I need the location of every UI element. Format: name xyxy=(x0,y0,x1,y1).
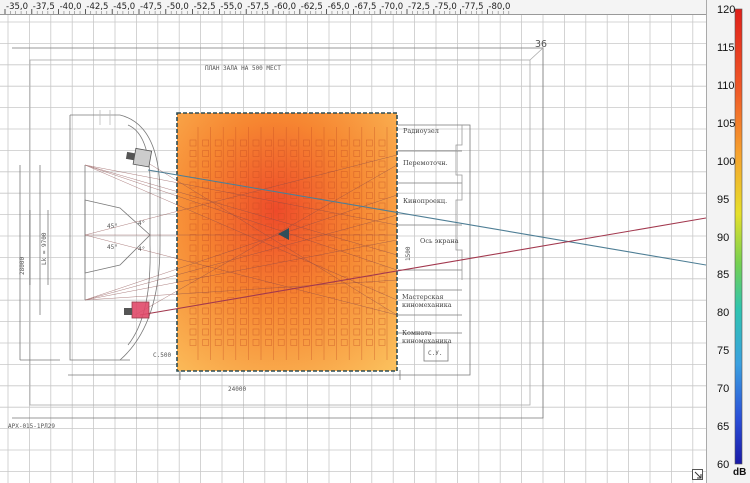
scale-label: 80 xyxy=(717,307,730,320)
scale-label: 115 xyxy=(717,41,735,54)
dim-vertical: Lk = 9700 xyxy=(41,232,48,265)
footer-code: АРХ-015-1РЛ29 xyxy=(8,423,55,430)
angle-left-2: 45° xyxy=(107,244,118,251)
ruler-tick-label: -60,0 xyxy=(274,2,296,12)
scale-label: 90 xyxy=(717,231,730,244)
label-c500: С.500 xyxy=(153,352,171,359)
scale-unit: dB xyxy=(733,467,747,478)
scale-label: 95 xyxy=(717,193,730,206)
ruler-tick-label: -65,0 xyxy=(328,2,350,12)
ruler-tick-label: -45,0 xyxy=(113,2,135,12)
ruler-tick-label: -77,5 xyxy=(462,2,484,12)
ruler-tick-label: -62,5 xyxy=(301,2,323,12)
loudspeaker-icon[interactable] xyxy=(124,301,150,319)
angle-left-1: 45° xyxy=(107,223,118,230)
db-color-scale: 120 115 110 105 100 95 90 85 80 75 70 65 60 dB xyxy=(706,0,750,483)
room-radio: Радиоузел xyxy=(403,127,439,135)
label-1500: 1500 xyxy=(405,246,412,261)
loudspeaker-icon[interactable] xyxy=(125,147,153,168)
plan-title: ПЛАН ЗАЛА НА 500 МЕСТ xyxy=(205,65,281,72)
ruler-tick-label: -40,0 xyxy=(60,2,82,12)
dim-height: 28000 xyxy=(19,257,26,275)
scale-label: 110 xyxy=(717,79,735,92)
plan-svg: ПЛАН ЗАЛА НА 500 МЕСТ 36 24000 28000 Lk … xyxy=(0,15,706,483)
label-cs: С.У. xyxy=(428,350,442,357)
scale-label: 60 xyxy=(717,459,730,471)
scale-label: 65 xyxy=(717,421,730,434)
scale-label: 100 xyxy=(717,155,736,168)
ruler-tick-label: -70,0 xyxy=(381,2,403,12)
angle-right-1: 4° xyxy=(138,220,145,227)
plan-canvas[interactable]: ПЛАН ЗАЛА НА 500 МЕСТ 36 24000 28000 Lk … xyxy=(0,15,706,483)
ruler-tick-label: -47,5 xyxy=(140,2,162,12)
page-number: 36 xyxy=(535,39,547,50)
horizontal-ruler[interactable]: -35,0 -37,5 -40,0 -42,5 -45,0 -47,5 -50,0 -52,5… xyxy=(0,0,706,15)
ruler-tick-label: -72,5 xyxy=(408,2,430,12)
ruler-ticks: -35,0 -37,5 -40,0 -42,5 -45,0 -47,5 -50,0 -52,5… xyxy=(4,2,510,14)
scale-label: 120 xyxy=(717,4,736,16)
dim-width: 24000 xyxy=(228,386,246,393)
resize-corner-icon[interactable] xyxy=(692,469,703,480)
ruler-tick-label: -50,0 xyxy=(167,2,189,12)
ruler-tick-label: -67,5 xyxy=(354,2,376,12)
ruler-tick-label: -57,5 xyxy=(247,2,269,12)
ruler-tick-label: -75,0 xyxy=(435,2,457,12)
room-projection: Кинопроекц. xyxy=(403,197,447,205)
scale-label: 70 xyxy=(717,383,730,396)
sound-pressure-heatmap[interactable] xyxy=(177,113,397,371)
ruler-tick-label: -55,0 xyxy=(220,2,242,12)
ruler-tick-label: -35,0 xyxy=(6,2,28,12)
scale-label: 75 xyxy=(717,345,730,358)
angle-right-2: 4° xyxy=(138,246,145,253)
ruler-tick-label: -37,5 xyxy=(33,2,55,12)
scale-label: 85 xyxy=(717,269,730,282)
ruler-tick-label: -42,5 xyxy=(86,2,108,12)
room-rewind: Перемоточн. xyxy=(403,159,448,167)
room-screen-axis: Ось экрана xyxy=(420,237,459,245)
ruler-tick-label: -52,5 xyxy=(194,2,216,12)
scale-label: 105 xyxy=(717,117,736,130)
room-operator: Комната киномеханика xyxy=(402,329,452,345)
room-workshop: Мастерская киномеханика xyxy=(402,293,452,309)
ruler-tick-label: -80,0 xyxy=(488,2,510,12)
